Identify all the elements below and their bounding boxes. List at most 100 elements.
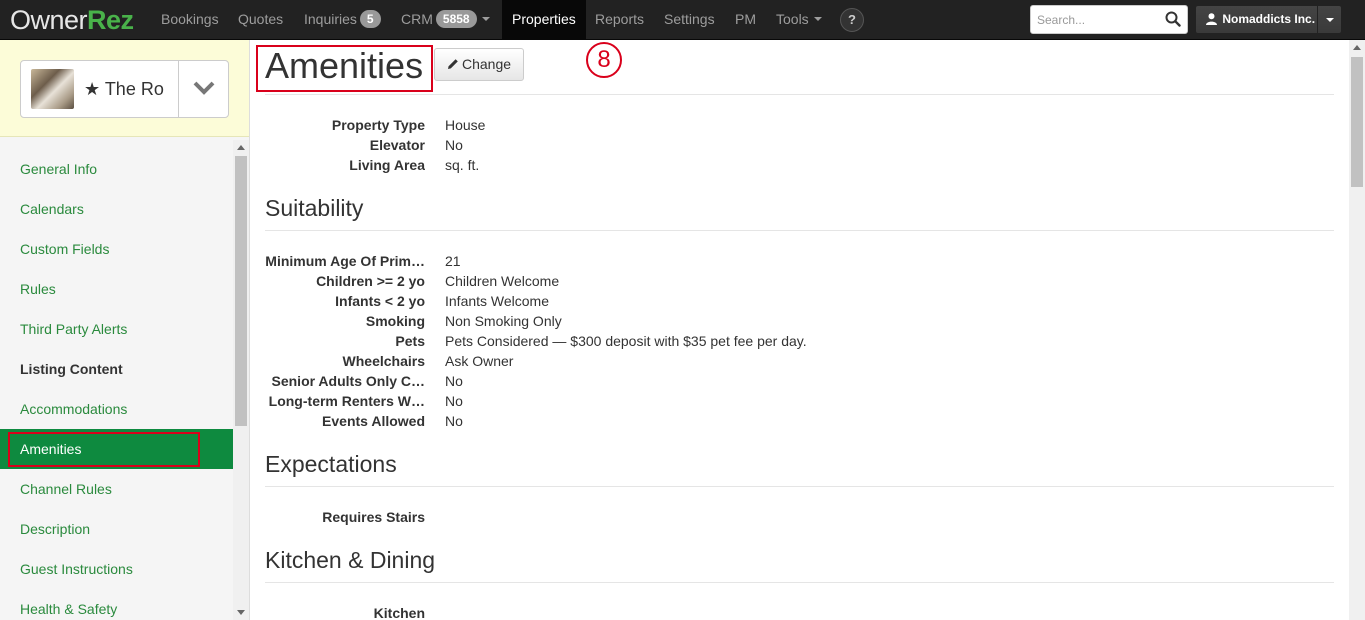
field-row: Kitchen [265,603,1265,620]
sidebar-item-label: Description [20,521,91,537]
help-button[interactable]: ? [840,8,864,32]
field-row: Pets Pets Considered — $300 deposit with … [265,331,1265,351]
sidebar-item-amenities[interactable]: Amenities [0,429,233,469]
nav-quotes-label: Quotes [238,11,284,27]
user-account-button[interactable]: Nomaddicts Inc. [1195,5,1318,34]
property-thumbnail [31,69,74,109]
sidebar-item-label: Third Party Alerts [20,321,128,337]
section-divider [265,582,1334,583]
property-selector[interactable]: ★ The Ro [20,60,229,118]
scroll-down-icon[interactable] [237,610,245,615]
field-row: Smoking Non Smoking Only [265,311,1265,331]
pencil-icon [448,59,458,69]
sidebar-item-rules[interactable]: Rules [0,269,233,309]
page-scrollbar-thumb[interactable] [1351,57,1363,187]
sidebar-item-general-info[interactable]: General Info [0,149,233,189]
field-label: Elevator [369,137,425,153]
property-selector-panel: ★ The Ro [0,40,249,137]
nav-reports[interactable]: Reports [595,0,644,40]
logo-rez: Rez [87,5,134,35]
nav-tools[interactable]: Tools [776,0,822,40]
property-name: ★ The Ro [84,79,164,99]
nav-properties[interactable]: Properties [502,0,586,40]
field-value: No [445,413,463,429]
sidebar-section-label: Listing Content [20,361,123,377]
section-divider [265,94,1334,95]
ownerrez-logo[interactable]: OwnerRez [10,3,134,37]
field-value: No [445,393,463,409]
field-value: Non Smoking Only [445,313,562,329]
nav-tools-label: Tools [776,11,809,27]
user-icon [1206,13,1217,25]
field-row: Property Type House [265,115,1265,135]
field-value: Children Welcome [445,273,560,289]
nav-crm[interactable]: CRM 5858 [401,0,490,40]
field-value: Ask Owner [445,353,514,369]
nav-bookings[interactable]: Bookings [161,0,219,40]
field-row: Requires Stairs [265,507,1265,527]
search-input[interactable] [1031,6,1161,33]
search-box [1030,5,1188,34]
user-name: Nomaddicts Inc. [1222,12,1316,26]
sidebar-item-channel-rules[interactable]: Channel Rules [0,469,233,509]
sidebar-item-guest-instructions[interactable]: Guest Instructions [0,549,233,589]
field-label: Wheelchairs [342,353,425,369]
field-row: Events Allowed No [265,411,1265,431]
search-icon[interactable] [1165,11,1181,27]
sidebar-item-label: Health & Safety [20,601,118,617]
field-value: No [445,373,463,389]
property-dropdown-toggle[interactable] [178,61,229,117]
sidebar-item-calendars[interactable]: Calendars [0,189,233,229]
field-row: Children >= 2 yo Children Welcome [265,271,1265,291]
field-value: House [445,117,486,133]
inquiries-count-badge: 5 [359,10,381,28]
field-value: sq. ft. [445,157,480,173]
chevron-down-icon [481,17,490,21]
field-value: 21 [445,253,461,269]
scroll-up-icon[interactable] [1353,45,1361,50]
sidebar-item-label: Rules [20,281,56,297]
field-label: Requires Stairs [322,509,425,525]
sidebar-menu: General Info Calendars Custom Fields Rul… [0,140,233,620]
change-button-label: Change [462,56,512,72]
sidebar-item-health-safety[interactable]: Health & Safety [0,589,233,620]
scroll-up-icon[interactable] [237,145,245,150]
sidebar-item-accommodations[interactable]: Accommodations [0,389,233,429]
sidebar-item-custom-fields[interactable]: Custom Fields [0,229,233,269]
page-title: Amenities [265,45,424,86]
crm-count-badge: 5858 [435,10,477,28]
sidebar-item-label: Calendars [20,201,84,217]
logo-owner: Owner [10,5,88,35]
field-label: Smoking [365,313,425,329]
field-value: Infants Welcome [445,293,550,309]
sidebar-scrollbar-thumb[interactable] [235,156,247,426]
nav-inquiries[interactable]: Inquiries 5 [304,0,381,40]
sidebar-item-label: Amenities [20,441,82,457]
nav-quotes[interactable]: Quotes [238,0,283,40]
section-divider [265,486,1334,487]
nav-settings-label: Settings [664,11,715,27]
field-row: Wheelchairs Ask Owner [265,351,1265,371]
nav-settings[interactable]: Settings [664,0,715,40]
section-title-suitability: Suitability [265,195,364,221]
field-row: Long-term Renters W… No [265,391,1265,411]
sidebar-item-description[interactable]: Description [0,509,233,549]
sidebar-item-label: Custom Fields [20,241,110,257]
user-menu-toggle[interactable] [1317,5,1342,34]
field-label: Children >= 2 yo [316,273,425,289]
sidebar-item-label: Accommodations [20,401,128,417]
nav-pm[interactable]: PM [735,0,756,40]
help-icon: ? [848,12,856,27]
field-row: Living Area sq. ft. [265,155,1265,175]
change-button[interactable]: Change [434,48,524,81]
main-content: Amenities Change Property Type House Elev… [250,40,1349,620]
sidebar-item-third-party-alerts[interactable]: Third Party Alerts [0,309,233,349]
section-title-expectations: Expectations [265,451,397,477]
nav-bookings-label: Bookings [161,11,219,27]
field-label: Events Allowed [322,413,425,429]
field-label: Senior Adults Only C… [271,373,426,389]
section-divider [265,230,1334,231]
step-number-badge: 8 [586,42,622,78]
field-label: Pets [395,333,425,349]
field-label: Infants < 2 yo [335,293,425,309]
